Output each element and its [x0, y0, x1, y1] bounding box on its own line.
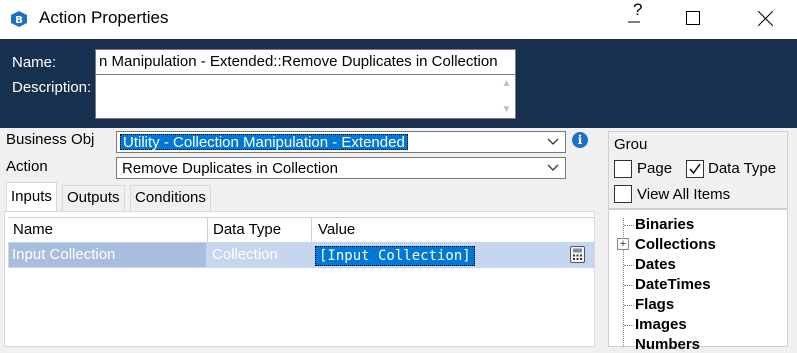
name-field[interactable]: n Manipulation - Extended::Remove Duplic… — [95, 49, 516, 75]
column-header-data-type[interactable]: Data Type — [208, 218, 312, 242]
window-title: Action Properties — [39, 8, 169, 27]
scroll-down-icon[interactable]: ▼ — [502, 104, 512, 115]
maximize-button[interactable] — [670, 0, 716, 36]
checkmark-icon — [689, 163, 701, 175]
maximize-icon — [686, 11, 700, 25]
scroll-up-icon[interactable]: ▲ — [502, 78, 512, 89]
close-icon — [757, 10, 773, 26]
tree-item-dates[interactable]: Dates — [635, 256, 676, 273]
chevron-down-icon — [547, 138, 559, 145]
calculator-icon[interactable] — [569, 246, 586, 263]
page-checkbox-label[interactable]: Page — [637, 160, 672, 177]
row-data-type-cell[interactable]: Collection — [209, 243, 311, 267]
row-value-cell[interactable]: [Input Collection] — [315, 246, 475, 266]
data-type-checkbox-label[interactable]: Data Type — [708, 160, 776, 177]
column-header-name[interactable]: Name — [8, 218, 208, 242]
info-icon[interactable]: i — [572, 132, 588, 148]
tree-branch — [624, 305, 634, 306]
tree-branch — [624, 325, 634, 326]
tree-item-flags[interactable]: Flags — [635, 296, 674, 313]
tree-item-numbers[interactable]: Numbers — [635, 336, 700, 353]
column-header-value[interactable]: Value — [312, 218, 594, 242]
minimize-button[interactable] — [611, 0, 657, 36]
page-checkbox[interactable] — [614, 160, 632, 178]
business-obj-value: Utility - Collection Manipulation - Exte… — [120, 134, 408, 151]
tab-inputs[interactable]: Inputs — [6, 182, 57, 212]
tree-item-datetimes[interactable]: DateTimes — [635, 276, 711, 293]
title-bar: B Action Properties ? — [0, 0, 797, 39]
tab-outputs[interactable]: Outputs — [62, 185, 125, 211]
data-type-checkbox[interactable] — [686, 160, 704, 178]
view-all-checkbox[interactable] — [614, 185, 632, 203]
expand-icon[interactable]: + — [617, 238, 629, 250]
business-obj-select[interactable]: Utility - Collection Manipulation - Exte… — [116, 131, 566, 153]
name-value: n Manipulation - Extended::Remove Duplic… — [99, 53, 498, 70]
tree-branch — [624, 265, 634, 266]
action-label: Action — [6, 158, 48, 175]
tab-conditions[interactable]: Conditions — [130, 185, 211, 211]
description-field[interactable]: ▲ ▼ — [95, 74, 516, 119]
action-value: Remove Duplicates in Collection — [122, 160, 338, 177]
description-scrollbar[interactable]: ▲ ▼ — [498, 75, 515, 118]
tree-item-binaries[interactable]: Binaries — [635, 216, 694, 233]
minimize-icon — [628, 21, 640, 23]
view-all-checkbox-label[interactable]: View All Items — [637, 186, 730, 203]
business-obj-label: Business Obj — [6, 131, 95, 148]
close-button[interactable] — [742, 0, 788, 36]
tree-item-images[interactable]: Images — [635, 316, 687, 333]
tree-branch — [624, 285, 634, 286]
app-icon: B — [11, 11, 27, 27]
svg-text:B: B — [15, 15, 23, 26]
name-label: Name: — [12, 54, 57, 71]
tree-branch — [624, 225, 634, 226]
chevron-down-icon — [547, 164, 559, 171]
description-label: Description: — [12, 79, 92, 96]
action-select[interactable]: Remove Duplicates in Collection — [116, 157, 566, 179]
row-name-cell[interactable]: Input Collection — [9, 243, 206, 267]
tree-item-collections[interactable]: Collections — [635, 236, 716, 253]
group-title: Grou — [614, 136, 648, 153]
